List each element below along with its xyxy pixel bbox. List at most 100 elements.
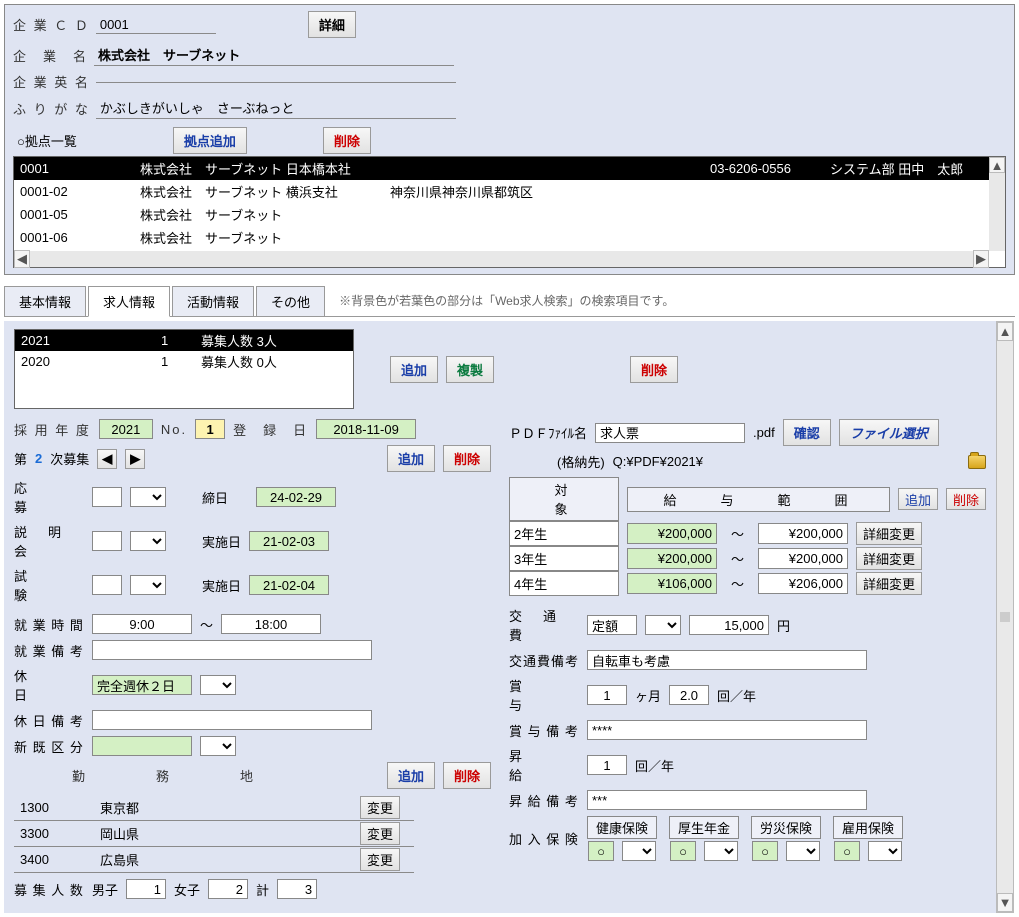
insurance-select[interactable]	[868, 841, 902, 861]
table-row[interactable]: 0001-02株式会社 サーブネット 横浜支社神奈川県神奈川県都筑区	[14, 180, 1005, 203]
trans-amount[interactable]	[689, 615, 769, 635]
holiday-label: 休 日	[14, 666, 84, 704]
insurance-value[interactable]	[588, 841, 614, 861]
posting-del-button[interactable]: 削除	[630, 356, 678, 383]
no-field[interactable]	[195, 419, 225, 439]
regdate-label: 登 録 日	[233, 420, 308, 439]
raise-times[interactable]	[587, 755, 627, 775]
table-row[interactable]: 20211募集人数 3人	[15, 330, 353, 351]
insurance-select[interactable]	[786, 841, 820, 861]
work-sep: ～	[200, 615, 213, 634]
holiday-field[interactable]	[92, 675, 192, 695]
apply-input[interactable]	[92, 487, 122, 507]
exam-date-field[interactable]	[249, 575, 329, 595]
outer-scroll-up-icon[interactable]: ▲	[997, 322, 1013, 341]
tab-job[interactable]: 求人情報	[88, 286, 170, 317]
salary-detail-button[interactable]: 詳細変更	[856, 572, 922, 595]
pdf-choose-button[interactable]: ファイル選択	[839, 419, 939, 446]
location-table[interactable]: 1300東京都変更3300岡山県変更3400広島県変更	[14, 795, 414, 873]
outer-scrollbar[interactable]: ▲ ▼	[996, 321, 1014, 913]
table-row[interactable]: 20201募集人数 0人	[15, 351, 353, 372]
outer-scroll-down-icon[interactable]: ▼	[997, 893, 1013, 912]
newret-select[interactable]	[200, 736, 236, 756]
insurance-value[interactable]	[752, 841, 778, 861]
loc-del-button[interactable]: 削除	[443, 762, 491, 789]
table-row[interactable]: 0001株式会社 サーブネット 日本橋本社03-6206-0556システム部 田…	[14, 157, 1005, 180]
branch-delete-button[interactable]: 削除	[323, 127, 371, 154]
deadline-field[interactable]	[256, 487, 336, 507]
brief-date-field[interactable]	[249, 531, 329, 551]
exam-input[interactable]	[92, 575, 122, 595]
pdf-folder-label: (格納先)	[557, 452, 605, 471]
table-row[interactable]: 0001-05株式会社 サーブネット	[14, 203, 1005, 226]
rec-next-button[interactable]: ▶	[125, 449, 145, 469]
loc-add-button[interactable]: 追加	[387, 762, 435, 789]
posting-list[interactable]: 20211募集人数 3人20201募集人数 0人	[14, 329, 354, 409]
salary-add-button[interactable]: 追加	[898, 488, 938, 510]
work-note[interactable]	[92, 640, 372, 660]
insurance-value[interactable]	[834, 841, 860, 861]
table-row[interactable]: 0001-06株式会社 サーブネット	[14, 226, 1005, 249]
insurance-select[interactable]	[704, 841, 738, 861]
branch-scroll-x[interactable]: ◀ ▶	[14, 251, 989, 267]
table-row[interactable]: 1300東京都変更	[14, 795, 414, 821]
apply-select[interactable]	[130, 487, 166, 507]
branch-grid[interactable]: 0001株式会社 サーブネット 日本橋本社03-6206-0556システム部 田…	[13, 156, 1006, 268]
insurance-select[interactable]	[622, 841, 656, 861]
salary-detail-button[interactable]: 詳細変更	[856, 547, 922, 570]
raise-note[interactable]	[587, 790, 867, 810]
tab-basic[interactable]: 基本情報	[4, 286, 86, 317]
posting-add-button[interactable]: 追加	[390, 356, 438, 383]
salary-target: 2年生	[509, 521, 619, 546]
outer-scroll-grip-icon[interactable]	[1000, 612, 1010, 622]
bonus-times-unit: 回／年	[717, 686, 756, 705]
loc-change-button[interactable]: 変更	[360, 848, 400, 871]
trans-note[interactable]	[587, 650, 867, 670]
rec-prev-button[interactable]: ◀	[97, 449, 117, 469]
branch-scroll-y[interactable]: ▲	[989, 157, 1005, 251]
brief-select[interactable]	[130, 531, 166, 551]
holiday-select[interactable]	[200, 675, 236, 695]
trans-type-select[interactable]	[645, 615, 681, 635]
scroll-left-icon[interactable]: ◀	[14, 250, 30, 268]
holiday-note[interactable]	[92, 710, 372, 730]
branch-add-button[interactable]: 拠点追加	[173, 127, 247, 154]
rec-add-button[interactable]: 追加	[387, 445, 435, 472]
posting-dup-button[interactable]: 複製	[446, 356, 494, 383]
work-from[interactable]	[92, 614, 192, 634]
loc-change-button[interactable]: 変更	[360, 822, 400, 845]
brief-label: 説 明 会	[14, 522, 84, 560]
pdf-ext: .pdf	[753, 425, 775, 440]
work-to[interactable]	[221, 614, 321, 634]
tab-other[interactable]: その他	[256, 286, 325, 317]
loc-change-button[interactable]: 変更	[360, 796, 400, 819]
bonus-label: 賞 与	[509, 676, 579, 714]
salary-target: 3年生	[509, 546, 619, 571]
salary-detail-button[interactable]: 詳細変更	[856, 522, 922, 545]
folder-icon[interactable]	[968, 455, 986, 469]
table-row[interactable]: 3300岡山県変更	[14, 821, 414, 847]
company-detail-button[interactable]: 詳細	[308, 11, 356, 38]
bonus-times[interactable]	[669, 685, 709, 705]
pdf-name-field[interactable]	[595, 423, 745, 443]
bonus-months[interactable]	[587, 685, 627, 705]
scroll-up-icon[interactable]: ▲	[989, 157, 1005, 173]
rec-del-button[interactable]: 削除	[443, 445, 491, 472]
year-field[interactable]	[99, 419, 153, 439]
exam-select[interactable]	[130, 575, 166, 595]
female-field[interactable]	[208, 879, 248, 899]
newret-field[interactable]	[92, 736, 192, 756]
insurance-value[interactable]	[670, 841, 696, 861]
table-row[interactable]: 3400広島県変更	[14, 847, 414, 873]
male-field[interactable]	[126, 879, 166, 899]
tab-activity[interactable]: 活動情報	[172, 286, 254, 317]
total-field[interactable]	[277, 879, 317, 899]
brief-input[interactable]	[92, 531, 122, 551]
scroll-right-icon[interactable]: ▶	[973, 250, 989, 268]
bonus-note[interactable]	[587, 720, 867, 740]
bonus-months-unit: ヶ月	[635, 686, 661, 705]
salary-del-button[interactable]: 削除	[946, 488, 986, 510]
regdate-field[interactable]	[316, 419, 416, 439]
pdf-confirm-button[interactable]: 確認	[783, 419, 831, 446]
trans-type[interactable]	[587, 615, 637, 635]
